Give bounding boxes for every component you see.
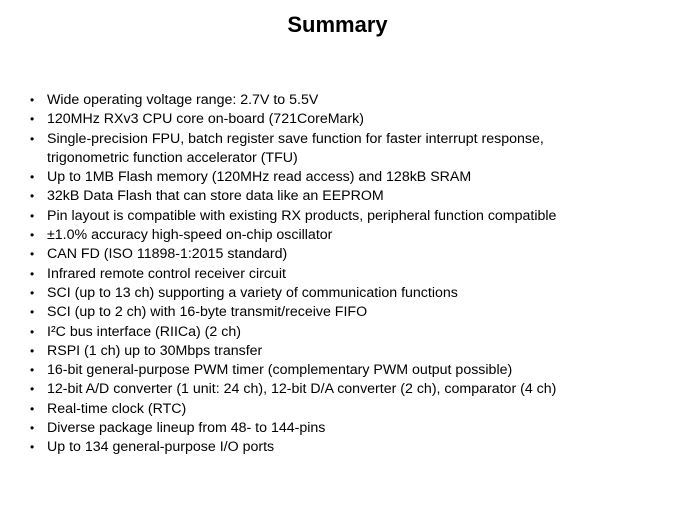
bullet-item: • CAN FD (ISO 11898-1:2015 standard) [30,245,670,264]
summary-bullet-list: • Wide operating voltage range: 2.7V to 5… [30,91,670,458]
bullet-text: ±1.0% accuracy high-speed on-chip oscill… [47,227,333,244]
bullet-text: Pin layout is compatible with existing R… [47,207,557,224]
bullet-icon: • [30,285,35,300]
bullet-text: RSPI (1 ch) up to 30Mbps transfer [47,342,263,359]
bullet-item: • SCI (up to 2 ch) with 16-byte transmit/… [30,303,670,322]
bullet-icon: • [30,208,35,223]
bullet-icon: • [30,363,35,378]
bullet-item: • Up to 134 general-purpose I/O ports [30,438,670,457]
bullet-icon: • [30,112,35,127]
bullet-icon: • [30,247,35,262]
bullet-item: • 32kB Data Flash that can store data lik… [30,187,670,206]
bullet-text: 32kB Data Flash that can store data like… [47,188,384,205]
bullet-icon: • [30,382,35,397]
bullet-text: Up to 134 general-purpose I/O ports [47,439,275,456]
bullet-text-continuation: trigonometric function accelerator (TFU) [47,149,298,166]
bullet-text: Infrared remote control receiver circuit [47,265,286,282]
bullet-icon: • [30,343,35,358]
bullet-text: SCI (up to 13 ch) supporting a variety o… [47,284,458,301]
bullet-text: 12-bit A/D converter (1 unit: 24 ch), 12… [47,381,557,398]
bullet-icon: • [30,324,35,339]
bullet-item: • SCI (up to 13 ch) supporting a variety … [30,284,670,303]
bullet-text: Real-time clock (RTC) [47,400,187,417]
bullet-text: SCI (up to 2 ch) with 16-byte transmit/r… [47,304,368,321]
bullet-item: • 16-bit general-purpose PWM timer (compl… [30,361,670,380]
slide-title: Summary [287,12,388,37]
bullet-icon: • [30,228,35,243]
bullet-icon: • [30,421,35,436]
bullet-item: • Pin layout is compatible with existing … [30,207,670,226]
bullet-text: CAN FD (ISO 11898-1:2015 standard) [47,246,288,263]
bullet-item: • Infrared remote control receiver circui… [30,265,670,284]
bullet-text: Wide operating voltage range: 2.7V to 5.… [47,92,319,108]
bullet-text: 120MHz RXv3 CPU core on-board (721CoreMa… [47,111,364,128]
bullet-icon: • [30,305,35,320]
bullet-item: • RSPI (1 ch) up to 30Mbps transfer [30,342,670,361]
bullet-text: 16-bit general-purpose PWM timer (comple… [47,362,513,379]
bullet-icon: • [30,440,35,455]
bullet-item: • ±1.0% accuracy high-speed on-chip oscil… [30,226,670,245]
bullet-icon: • [30,189,35,204]
bullet-item: • 120MHz RXv3 CPU core on-board (721CoreM… [30,110,670,129]
bullet-icon: • [30,266,35,281]
bullet-item: • Wide operating voltage range: 2.7V to 5… [30,91,670,110]
bullet-icon: • [30,401,35,416]
bullet-icon: • [30,131,35,146]
bullet-item: • Diverse package lineup from 48- to 144-… [30,419,670,438]
bullet-item: • Up to 1MB Flash memory (120MHz read acc… [30,168,670,187]
bullet-text: Single-precision FPU, batch register sav… [47,130,544,147]
bullet-item: • Single-precision FPU, batch register sa… [30,130,670,169]
bullet-text: I²C bus interface (RIICa) (2 ch) [47,323,241,340]
bullet-icon: • [30,93,35,107]
bullet-text: Diverse package lineup from 48- to 144-p… [47,420,326,437]
bullet-icon: • [30,170,35,185]
bullet-item: • 12-bit A/D converter (1 unit: 24 ch), 1… [30,380,670,399]
bullet-text: Up to 1MB Flash memory (120MHz read acce… [47,169,472,186]
bullet-item: • I²C bus interface (RIICa) (2 ch) [30,323,670,342]
bullet-item: • Real-time clock (RTC) [30,400,670,419]
